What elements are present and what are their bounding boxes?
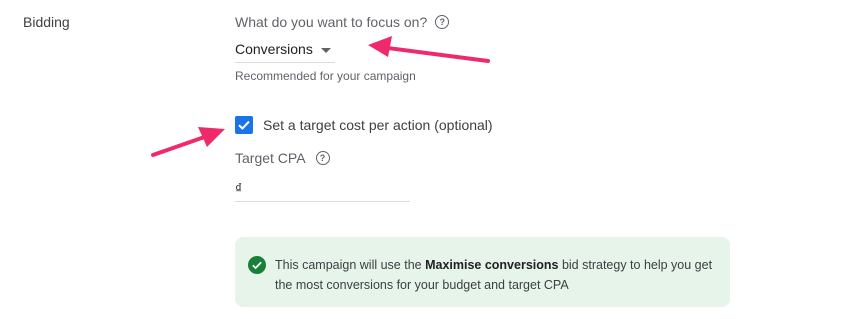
- info-text-before: This campaign will use the: [275, 258, 426, 272]
- focus-dropdown-value: Conversions: [235, 41, 313, 57]
- target-cpa-label: Target CPA ?: [235, 150, 330, 166]
- info-text: This campaign will use the Maximise conv…: [275, 255, 715, 295]
- bid-strategy-info-box: This campaign will use the Maximise conv…: [235, 237, 730, 307]
- info-strategy-name: Maximise conversions: [425, 258, 559, 272]
- focus-hint: Recommended for your campaign: [235, 69, 416, 83]
- section-label-bidding: Bidding: [23, 14, 70, 30]
- check-circle-icon: [248, 256, 266, 274]
- help-icon[interactable]: ?: [315, 151, 330, 165]
- focus-question: What do you want to focus on? ?: [235, 14, 450, 30]
- help-icon[interactable]: ?: [435, 15, 450, 29]
- annotation-arrow-checkbox: [151, 127, 225, 157]
- currency-symbol: ₫: [235, 179, 243, 196]
- target-cpa-checkbox-label: Set a target cost per action (optional): [263, 117, 493, 133]
- target-cpa-label-text: Target CPA: [235, 150, 306, 166]
- target-cpa-checkbox-row[interactable]: Set a target cost per action (optional): [235, 116, 493, 134]
- checkmark-icon: [238, 120, 250, 130]
- annotation-arrow-dropdown: [368, 36, 490, 63]
- focus-question-text: What do you want to focus on?: [235, 14, 428, 30]
- caret-down-icon: [320, 47, 331, 53]
- checkmark-icon: [252, 261, 262, 270]
- focus-dropdown[interactable]: Conversions: [235, 36, 335, 63]
- target-cpa-checkbox[interactable]: [235, 116, 253, 134]
- target-cpa-input[interactable]: ₫: [235, 174, 410, 202]
